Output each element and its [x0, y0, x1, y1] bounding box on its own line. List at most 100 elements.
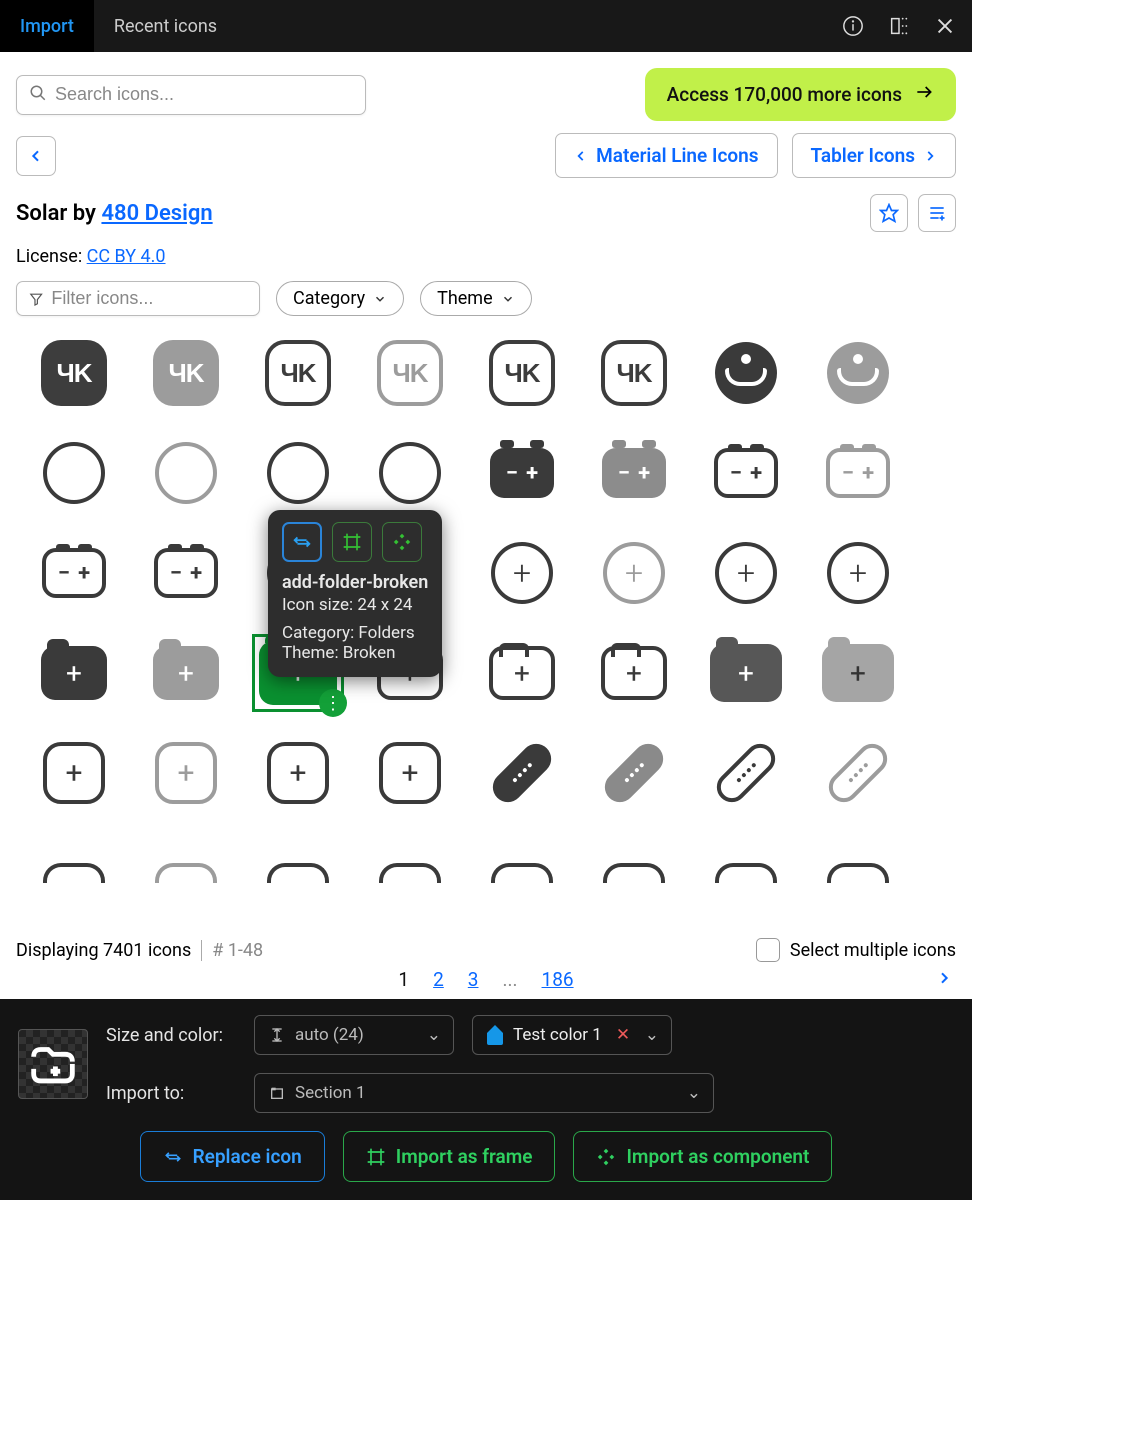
icon-add-folder-bold[interactable]: + — [28, 634, 120, 712]
popup-title: add-folder-broken — [282, 572, 428, 593]
search-input[interactable] — [55, 84, 353, 105]
icon-4k-outline-light[interactable]: ЧK — [364, 334, 456, 412]
tab-recent[interactable]: Recent icons — [94, 0, 237, 52]
icon-add-circle-outline[interactable]: + — [476, 534, 568, 612]
section-icon — [269, 1085, 285, 1101]
icon-accessibility-outline[interactable] — [28, 434, 120, 512]
page-last[interactable]: 186 — [542, 968, 574, 991]
icon-accumulator-outline[interactable]: −+ — [700, 434, 792, 512]
promo-banner[interactable]: Access 170,000 more icons — [645, 68, 956, 121]
import-frame-button[interactable]: Import as frame — [343, 1131, 556, 1182]
author-link[interactable]: 480 Design — [101, 201, 212, 226]
clear-color-icon[interactable]: ✕ — [616, 1025, 630, 1045]
icon-4k-bold[interactable]: ЧK — [28, 334, 120, 412]
page-2[interactable]: 2 — [433, 968, 444, 991]
section-select[interactable]: Section 1 ⌄ — [254, 1073, 714, 1113]
import-component-button[interactable]: Import as component — [573, 1131, 832, 1182]
page-dots: ... — [502, 968, 517, 991]
icon-add-square-linear[interactable]: + — [252, 734, 344, 812]
popup-category: Category: Folders — [282, 623, 428, 643]
color-swatch-icon — [487, 1025, 503, 1045]
icon-accessibility-broken[interactable] — [364, 434, 456, 512]
icon-accumulator-duotone[interactable]: −+ — [588, 434, 680, 512]
nav-prev-set[interactable]: Material Line Icons — [555, 133, 777, 178]
icon-peek[interactable] — [812, 834, 904, 912]
filter-input[interactable] — [51, 288, 247, 309]
back-button[interactable] — [16, 136, 56, 176]
icon-add-circle-outline-light[interactable]: + — [588, 534, 680, 612]
page-next[interactable] — [936, 968, 952, 991]
icon-add-folder-linear[interactable]: + — [588, 634, 680, 712]
window-resize-icon[interactable] — [888, 15, 910, 37]
checkbox-icon[interactable] — [756, 938, 780, 962]
icon-add-square-broken[interactable]: + — [28, 734, 120, 812]
icon-peek[interactable] — [588, 834, 680, 912]
page-1: 1 — [398, 968, 409, 991]
icon-peek[interactable] — [252, 834, 344, 912]
icon-accumulator-linear[interactable]: −+ — [28, 534, 120, 612]
color-select[interactable]: Test color 1 ✕ ⌄ — [472, 1015, 672, 1055]
icon-peek[interactable] — [700, 834, 792, 912]
frame-icon — [342, 532, 362, 552]
chevron-down-icon — [501, 292, 515, 306]
icon-peek[interactable] — [476, 834, 568, 912]
replace-label: Replace icon — [193, 1145, 302, 1168]
icon-4k-duotone[interactable]: ЧK — [140, 334, 232, 412]
filter-input-wrap[interactable] — [16, 281, 260, 316]
license-link[interactable]: CC BY 4.0 — [87, 246, 166, 267]
star-icon — [879, 203, 899, 223]
component-icon — [596, 1147, 616, 1167]
icon-bandage-outline[interactable] — [700, 734, 792, 812]
page-3[interactable]: 3 — [468, 968, 479, 991]
header-actions — [842, 15, 956, 37]
section-value: Section 1 — [295, 1083, 366, 1103]
icon-bandage-bold[interactable] — [476, 734, 568, 812]
arrow-right-icon — [914, 82, 934, 107]
nav-next-set[interactable]: Tabler Icons — [792, 133, 956, 178]
icon-accumulator-broken[interactable]: −+ — [140, 534, 232, 612]
icon-bandage-outline-light[interactable] — [812, 734, 904, 812]
icon-4k-broken[interactable]: ЧK — [588, 334, 680, 412]
icon-4k-linear[interactable]: ЧK — [476, 334, 568, 412]
popup-size: Icon size: 24 x 24 — [282, 595, 428, 615]
icon-accessibility-linear[interactable] — [252, 434, 344, 512]
icon-add-square-light[interactable]: + — [140, 734, 232, 812]
more-icon[interactable]: ⋮ — [319, 689, 347, 717]
tab-import[interactable]: Import — [0, 0, 94, 52]
import-to-label: Import to: — [106, 1083, 236, 1104]
icon-add-folder-outline-alt[interactable]: + — [476, 634, 568, 712]
icon-add-circle-linear[interactable]: + — [700, 534, 792, 612]
icon-add-square-outline[interactable]: + — [364, 734, 456, 812]
icon-accessibility-duotone[interactable] — [812, 334, 904, 412]
icon-grid: ЧK ЧK ЧK ЧK ЧK ЧK −+ −+ −+ −+ −+ −+ + + … — [28, 334, 960, 912]
icon-peek[interactable] — [28, 834, 120, 912]
favorite-button[interactable] — [870, 194, 908, 232]
category-select[interactable]: Category — [276, 281, 404, 316]
icon-accessibility-bold[interactable] — [700, 334, 792, 412]
icon-add-folder-big-bold[interactable]: + — [700, 634, 792, 712]
icon-4k-outline[interactable]: ЧK — [252, 334, 344, 412]
list-add-button[interactable] — [918, 194, 956, 232]
chevron-left-icon — [574, 149, 588, 163]
icon-peek[interactable] — [364, 834, 456, 912]
size-select[interactable]: auto (24) ⌄ — [254, 1015, 454, 1055]
info-icon[interactable] — [842, 15, 864, 37]
popup-action-component[interactable] — [382, 522, 422, 562]
icon-accessibility-outline-light[interactable] — [140, 434, 232, 512]
icon-accumulator-bold[interactable]: −+ — [476, 434, 568, 512]
icon-add-folder-duotone[interactable]: + — [140, 634, 232, 712]
replace-icon-button[interactable]: Replace icon — [140, 1131, 325, 1182]
footer-panel: Size and color: auto (24) ⌄ Test color 1… — [0, 999, 972, 1200]
status-count: Displaying 7401 icons — [16, 940, 191, 961]
multi-select[interactable]: Select multiple icons — [756, 938, 956, 962]
theme-select[interactable]: Theme — [420, 281, 532, 316]
popup-action-replace[interactable] — [282, 522, 322, 562]
icon-accumulator-outline-light[interactable]: −+ — [812, 434, 904, 512]
close-icon[interactable] — [934, 15, 956, 37]
icon-bandage-duotone[interactable] — [588, 734, 680, 812]
icon-add-folder-big-duotone[interactable]: + — [812, 634, 904, 712]
icon-peek[interactable] — [140, 834, 232, 912]
search-input-wrap[interactable] — [16, 75, 366, 115]
popup-action-frame[interactable] — [332, 522, 372, 562]
icon-add-circle-broken[interactable]: + — [812, 534, 904, 612]
